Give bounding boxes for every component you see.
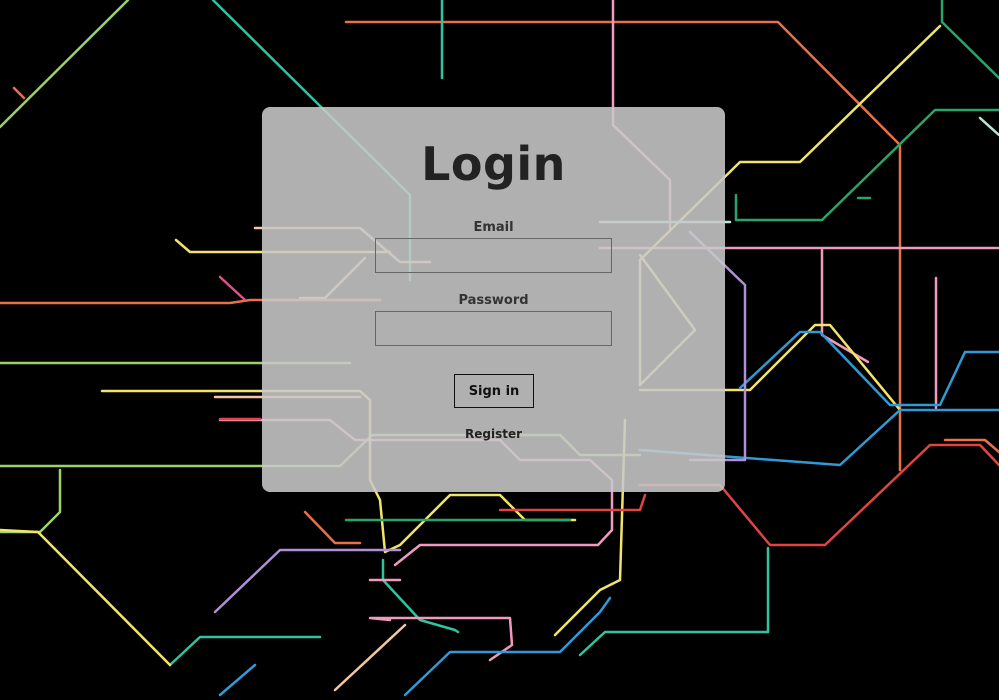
map-line <box>978 116 999 137</box>
login-card: Login Email Password Sign in Register <box>262 107 725 492</box>
map-line <box>381 558 460 634</box>
sign-in-button[interactable]: Sign in <box>454 374 534 408</box>
map-line <box>333 623 407 692</box>
map-line <box>820 248 870 364</box>
register-link-container: Register <box>262 427 725 441</box>
email-field[interactable] <box>375 238 612 273</box>
register-link[interactable]: Register <box>465 427 522 441</box>
email-label: Email <box>473 220 514 235</box>
map-line <box>403 596 612 697</box>
map-line <box>168 635 322 667</box>
map-line <box>734 108 999 222</box>
map-line <box>0 0 130 129</box>
map-line <box>303 510 362 545</box>
password-field[interactable] <box>375 311 612 346</box>
map-line <box>218 663 257 697</box>
map-line <box>940 0 999 80</box>
map-line <box>218 275 247 302</box>
page-title: Login <box>421 137 566 191</box>
map-line <box>0 468 62 534</box>
map-line <box>738 330 999 407</box>
map-line <box>0 528 172 667</box>
map-line <box>12 86 26 100</box>
password-label: Password <box>458 293 529 308</box>
